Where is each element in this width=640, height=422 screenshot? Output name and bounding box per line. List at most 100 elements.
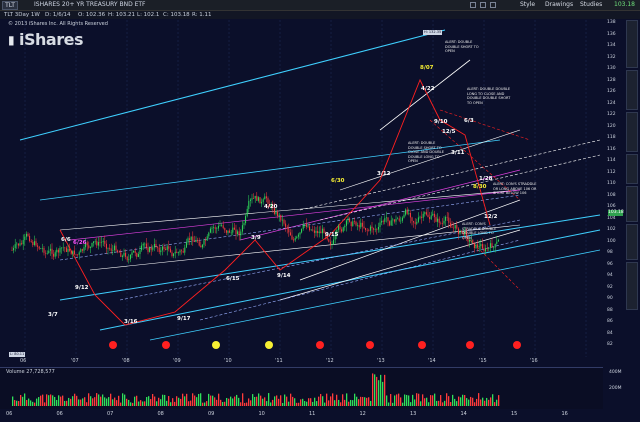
volume-bar xyxy=(464,395,466,406)
candle-body xyxy=(75,254,77,255)
volume-bar xyxy=(282,402,284,406)
price-tick-label: 104 xyxy=(607,215,616,221)
annotation-label: 6/26 xyxy=(73,240,87,246)
event-dot[interactable] xyxy=(212,341,220,349)
tab-quick-quote[interactable] xyxy=(626,224,638,260)
volume-bar xyxy=(370,400,372,406)
event-dot[interactable] xyxy=(513,341,521,349)
candle-body xyxy=(320,231,322,234)
volume-bar xyxy=(326,393,328,406)
candle-body xyxy=(241,225,243,232)
volume-bar xyxy=(188,401,190,406)
candle-body xyxy=(219,225,221,227)
volume-bar xyxy=(358,399,360,406)
event-dot[interactable] xyxy=(109,341,117,349)
price-chart[interactable] xyxy=(0,0,603,357)
price-tick-label: 100 xyxy=(607,238,616,244)
candle-body xyxy=(390,220,392,226)
candle-body xyxy=(305,223,307,227)
volume-bar xyxy=(254,396,256,406)
candle-body xyxy=(65,247,67,252)
last-price-tag: 103.18 xyxy=(608,210,624,216)
event-dot[interactable] xyxy=(366,341,374,349)
candle-body xyxy=(158,247,160,253)
candle-body xyxy=(107,247,109,249)
high-marker: H: 132.35 xyxy=(423,30,443,35)
price-tick-label: 92 xyxy=(607,284,613,290)
volume-bar xyxy=(318,396,320,406)
candle-body xyxy=(125,252,127,257)
volume-bar xyxy=(454,398,456,406)
volume-bar xyxy=(104,397,106,406)
volume-bar xyxy=(202,402,204,406)
tab-active-trader[interactable] xyxy=(626,20,638,68)
candle-body xyxy=(253,198,255,199)
candle-body xyxy=(133,250,135,253)
candle-body xyxy=(472,239,474,244)
event-dot[interactable] xyxy=(418,341,426,349)
candle-body xyxy=(448,217,450,223)
volume-bar xyxy=(474,402,476,406)
volume-bar xyxy=(418,393,420,406)
volume-bar xyxy=(14,400,16,406)
volume-bar xyxy=(424,398,426,406)
volume-bar xyxy=(286,396,288,406)
volume-bar xyxy=(390,394,392,406)
candle-body xyxy=(451,226,453,228)
candle-body xyxy=(304,223,306,225)
candle-body xyxy=(149,247,151,252)
candle-body xyxy=(152,247,154,250)
volume-bar xyxy=(26,400,28,406)
candle-body xyxy=(185,242,187,248)
channel-line xyxy=(439,109,531,141)
candle-body xyxy=(424,212,426,214)
volume-bar xyxy=(106,398,108,406)
candle-body xyxy=(73,250,75,255)
candle-body xyxy=(456,224,458,229)
event-dot[interactable] xyxy=(162,341,170,349)
tab-big-buttons[interactable] xyxy=(626,70,638,110)
candle-body xyxy=(169,248,171,253)
volume-bar xyxy=(494,402,496,406)
candle-body xyxy=(166,246,168,250)
volume-bar xyxy=(340,402,342,406)
tab-level2[interactable] xyxy=(626,154,638,184)
volume-bar xyxy=(252,394,254,406)
volume-bar xyxy=(280,395,282,406)
tab-chart-settings[interactable] xyxy=(626,262,638,310)
event-dot[interactable] xyxy=(466,341,474,349)
volume-bar xyxy=(412,394,414,406)
candle-body xyxy=(494,243,496,248)
candle-body xyxy=(246,208,248,217)
tab-live-news[interactable] xyxy=(626,112,638,152)
event-dot[interactable] xyxy=(316,341,324,349)
time-tick-label: '14 xyxy=(428,358,436,364)
volume-bar xyxy=(462,394,464,406)
candle-body xyxy=(376,229,378,230)
volume-bar xyxy=(86,402,88,406)
volume-bar xyxy=(16,400,18,406)
tab-dashboard[interactable] xyxy=(626,186,638,222)
volume-bar xyxy=(396,394,398,406)
candle-body xyxy=(126,256,128,261)
volume-bar xyxy=(134,396,136,406)
event-dot[interactable] xyxy=(265,341,273,349)
candle-body xyxy=(144,243,146,245)
volume-bar xyxy=(110,393,112,406)
candle-body xyxy=(443,220,445,224)
volume-bar xyxy=(242,393,244,406)
candle-body xyxy=(392,219,394,221)
volume-bar xyxy=(442,402,444,406)
candle-body xyxy=(333,239,335,245)
candle-body xyxy=(254,195,256,199)
volume-bar xyxy=(448,396,450,406)
candle-body xyxy=(251,198,253,200)
candle-body xyxy=(433,213,435,218)
volume-bar xyxy=(228,398,230,406)
candle-body xyxy=(161,246,163,251)
volume-bar xyxy=(100,396,102,406)
candle-body xyxy=(141,245,143,251)
volume-bar xyxy=(274,396,276,406)
volume-bar xyxy=(244,402,246,406)
volume-bar xyxy=(382,381,384,406)
